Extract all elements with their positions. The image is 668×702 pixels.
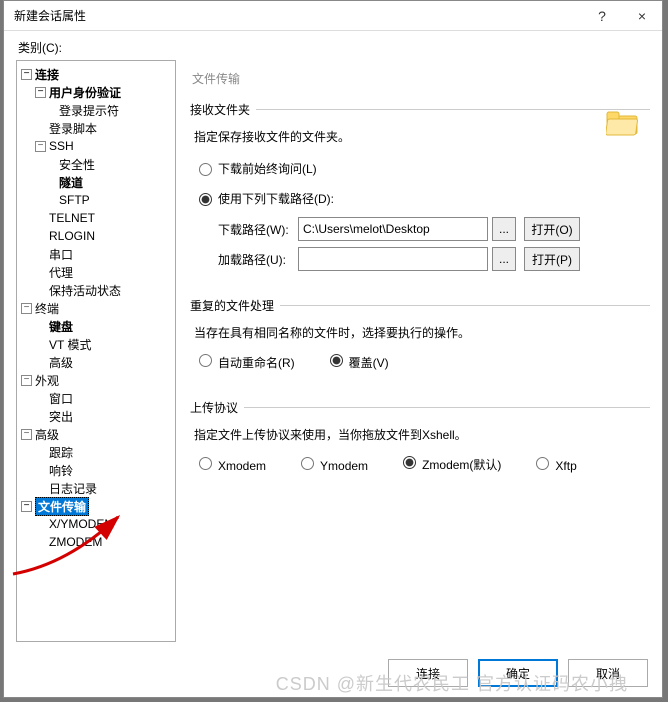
tree-login-prompt[interactable]: 登录提示符 (19, 101, 173, 119)
tree-advanced[interactable]: −高级 (19, 425, 173, 443)
always-ask-label: 下载前始终询问(L) (218, 160, 317, 177)
tree-xymodem[interactable]: X/YMODEM (19, 515, 173, 533)
tree-terminal[interactable]: −终端 (19, 299, 173, 317)
zmodem-option[interactable]: Zmodem(默认) (398, 453, 501, 473)
cancel-button[interactable]: 取消 (568, 659, 648, 687)
category-tree[interactable]: −连接 −用户身份验证 登录提示符 登录脚本 −SSH 安全性 隧道 SFTP … (16, 60, 176, 642)
receive-group: 接收文件夹 指定保存接收文件的文件夹。 下载前始终询问(L) 使用下列下载路径(… (190, 101, 650, 291)
tree-rlogin[interactable]: RLOGIN (19, 227, 173, 245)
use-path-label: 使用下列下载路径(D): (218, 190, 334, 207)
tree-zmodem[interactable]: ZMODEM (19, 533, 173, 551)
tree-serial[interactable]: 串口 (19, 245, 173, 263)
always-ask-radio[interactable] (199, 163, 212, 176)
protocol-legend: 上传协议 (190, 399, 244, 416)
receive-legend: 接收文件夹 (190, 101, 256, 118)
tree-tunnel[interactable]: 隧道 (19, 173, 173, 191)
use-path-radio[interactable] (199, 193, 212, 206)
tree-proxy[interactable]: 代理 (19, 263, 173, 281)
titlebar: 新建会话属性 ? × (4, 1, 662, 31)
tree-trace[interactable]: 跟踪 (19, 443, 173, 461)
close-button[interactable]: × (622, 1, 662, 31)
help-button[interactable]: ? (582, 1, 622, 31)
tree-filetransfer[interactable]: −文件传输 (19, 497, 173, 515)
download-path-label: 下载路径(W): (218, 221, 298, 238)
download-open-button[interactable]: 打开(O) (524, 217, 580, 241)
auto-rename-option[interactable]: 自动重命名(R) (194, 351, 295, 371)
upload-path-label: 加载路径(U): (218, 251, 298, 268)
tree-appearance[interactable]: −外观 (19, 371, 173, 389)
dialog-footer: 连接 确定 取消 (388, 659, 648, 687)
upload-open-button[interactable]: 打开(P) (524, 247, 580, 271)
xmodem-option[interactable]: Xmodem (194, 454, 266, 473)
ymodem-option[interactable]: Ymodem (296, 454, 368, 473)
protocol-group: 上传协议 指定文件上传协议来使用，当你拖放文件到Xshell。 Xmodem Y… (190, 399, 650, 495)
upload-path-input[interactable] (298, 247, 488, 271)
tree-bell[interactable]: 响铃 (19, 461, 173, 479)
duplicate-group: 重复的文件处理 当存在具有相同名称的文件时，选择要执行的操作。 自动重命名(R)… (190, 297, 650, 393)
protocol-desc: 指定文件上传协议来使用，当你拖放文件到Xshell。 (194, 426, 650, 443)
tree-connection[interactable]: −连接 (19, 65, 173, 83)
connect-button[interactable]: 连接 (388, 659, 468, 687)
tree-window[interactable]: 窗口 (19, 389, 173, 407)
category-label: 类别(C): (4, 31, 662, 60)
receive-desc: 指定保存接收文件的文件夹。 (194, 128, 650, 145)
tree-security[interactable]: 安全性 (19, 155, 173, 173)
download-browse-button[interactable]: ... (492, 217, 516, 241)
tree-login-script[interactable]: 登录脚本 (19, 119, 173, 137)
tree-vtmode[interactable]: VT 模式 (19, 335, 173, 353)
tree-keepalive[interactable]: 保持活动状态 (19, 281, 173, 299)
dialog-window: 新建会话属性 ? × 类别(C): −连接 −用户身份验证 登录提示符 登录脚本… (3, 0, 663, 698)
xftp-option[interactable]: Xftp (531, 454, 576, 473)
tree-advanced-term[interactable]: 高级 (19, 353, 173, 371)
tree-telnet[interactable]: TELNET (19, 209, 173, 227)
download-path-input[interactable] (298, 217, 488, 241)
tree-log[interactable]: 日志记录 (19, 479, 173, 497)
upload-browse-button[interactable]: ... (492, 247, 516, 271)
duplicate-legend: 重复的文件处理 (190, 297, 280, 314)
content-panel: 文件传输 接收文件夹 指定保存接收文件的文件夹。 下载前始终询问(L) 使用下列… (190, 60, 650, 642)
overwrite-option[interactable]: 覆盖(V) (325, 351, 389, 371)
tree-highlight[interactable]: 突出 (19, 407, 173, 425)
tree-keyboard[interactable]: 键盘 (19, 317, 173, 335)
duplicate-desc: 当存在具有相同名称的文件时，选择要执行的操作。 (194, 324, 650, 341)
tree-ssh[interactable]: −SSH (19, 137, 173, 155)
folder-icon (606, 110, 640, 136)
panel-title: 文件传输 (190, 60, 650, 101)
tree-auth[interactable]: −用户身份验证 (19, 83, 173, 101)
tree-sftp[interactable]: SFTP (19, 191, 173, 209)
ok-button[interactable]: 确定 (478, 659, 558, 687)
window-title: 新建会话属性 (14, 7, 86, 24)
